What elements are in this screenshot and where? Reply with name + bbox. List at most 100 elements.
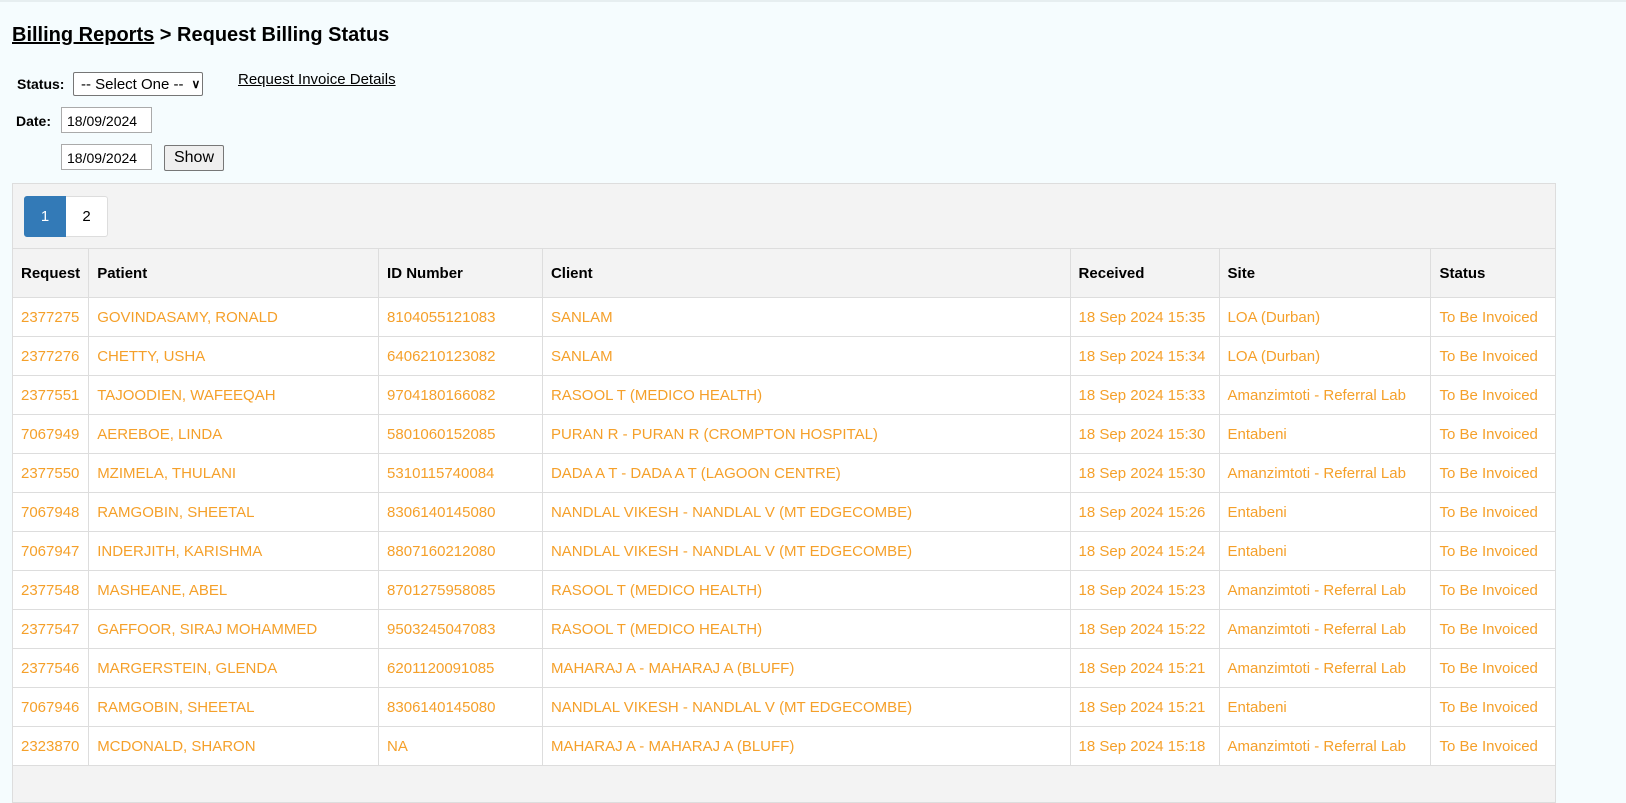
table-row[interactable]: 7067949 AEREBOE, LINDA 5801060152085 PURAN …: [13, 414, 1555, 454]
patient-cell: INDERJITH, KARISHMA: [88, 531, 380, 571]
request-invoice-details-link[interactable]: Request Invoice Details: [238, 71, 396, 88]
table-row[interactable]: 2377548 MASHEANE, ABEL 8701275958085 RASOOL…: [13, 570, 1555, 610]
status-cell: To Be Invoiced: [1430, 375, 1555, 415]
id-number-cell: NA: [378, 726, 543, 766]
status-cell: To Be Invoiced: [1430, 609, 1555, 649]
id-number-cell: 8807160212080: [378, 531, 543, 571]
date-to-input[interactable]: 18/09/2024: [61, 144, 152, 170]
received-cell: 18 Sep 2024 15:21: [1070, 687, 1220, 727]
site-cell: LOA (Durban): [1219, 336, 1432, 376]
breadcrumb-billing-reports-link[interactable]: Billing Reports: [12, 24, 154, 46]
status-select-value: -- Select One --: [81, 75, 184, 93]
patient-cell: AEREBOE, LINDA: [88, 414, 380, 454]
site-cell: Amanzimtoti - Referral Lab: [1219, 375, 1432, 415]
chevron-down-icon: ∨: [191, 77, 201, 91]
table-row[interactable]: 2377276 CHETTY, USHA 6406210123082 SANLAM 18…: [13, 336, 1555, 376]
received-cell: 18 Sep 2024 15:33: [1070, 375, 1220, 415]
client-cell: PURAN R - PURAN R (CROMPTON HOSPITAL): [542, 414, 1071, 454]
page-button-1[interactable]: 1: [24, 196, 66, 237]
column-header-site[interactable]: Site: [1219, 248, 1432, 298]
client-cell: SANLAM: [542, 297, 1071, 337]
client-cell: DADA A T - DADA A T (LAGOON CENTRE): [542, 453, 1071, 493]
status-select[interactable]: -- Select One -- ∨: [73, 72, 203, 96]
id-number-cell: 5801060152085: [378, 414, 543, 454]
status-cell: To Be Invoiced: [1430, 297, 1555, 337]
column-header-client[interactable]: Client: [542, 248, 1071, 298]
column-header-patient[interactable]: Patient: [88, 248, 380, 298]
patient-cell: GOVINDASAMY, RONALD: [88, 297, 380, 337]
table-row[interactable]: 7067947 INDERJITH, KARISHMA 8807160212080 N…: [13, 531, 1555, 571]
received-cell: 18 Sep 2024 15:26: [1070, 492, 1220, 532]
site-cell: LOA (Durban): [1219, 297, 1432, 337]
column-header-received[interactable]: Received: [1070, 248, 1220, 298]
table-row[interactable]: 7067946 RAMGOBIN, SHEETAL 8306140145080 NAN…: [13, 687, 1555, 727]
patient-cell: MZIMELA, THULANI: [88, 453, 380, 493]
status-cell: To Be Invoiced: [1430, 414, 1555, 454]
client-cell: MAHARAJ A - MAHARAJ A (BLUFF): [542, 648, 1071, 688]
results-panel: 1 2 Request Patient ID Number Client Rec…: [12, 183, 1556, 803]
id-number-cell: 8104055121083: [378, 297, 543, 337]
request-cell: 2377551: [13, 375, 90, 415]
request-cell: 2377546: [13, 648, 90, 688]
request-cell: 2323870: [13, 726, 90, 766]
received-cell: 18 Sep 2024 15:18: [1070, 726, 1220, 766]
breadcrumb-separator: >: [154, 24, 178, 46]
top-border: [0, 0, 1626, 2]
column-header-status[interactable]: Status: [1430, 248, 1555, 298]
received-cell: 18 Sep 2024 15:21: [1070, 648, 1220, 688]
show-button[interactable]: Show: [164, 145, 224, 171]
request-cell: 7067948: [13, 492, 90, 532]
table-body: 2377275 GOVINDASAMY, RONALD 8104055121083 S…: [13, 297, 1555, 766]
page-button-2[interactable]: 2: [66, 196, 108, 237]
table-row[interactable]: 2377546 MARGERSTEIN, GLENDA 6201120091085 M…: [13, 648, 1555, 688]
breadcrumb: Billing Reports > Request Billing Status: [12, 24, 389, 47]
client-cell: MAHARAJ A - MAHARAJ A (BLUFF): [542, 726, 1071, 766]
client-cell: RASOOL T (MEDICO HEALTH): [542, 609, 1071, 649]
table-row[interactable]: 2377547 GAFFOOR, SIRAJ MOHAMMED 9503245047…: [13, 609, 1555, 649]
patient-cell: GAFFOOR, SIRAJ MOHAMMED: [88, 609, 380, 649]
site-cell: Entabeni: [1219, 687, 1432, 727]
received-cell: 18 Sep 2024 15:22: [1070, 609, 1220, 649]
site-cell: Entabeni: [1219, 492, 1432, 532]
id-number-cell: 8701275958085: [378, 570, 543, 610]
date-from-input[interactable]: 18/09/2024: [61, 107, 152, 133]
date-label: Date:: [16, 113, 52, 129]
id-number-cell: 8306140145080: [378, 687, 543, 727]
column-header-request[interactable]: Request: [13, 248, 90, 298]
status-cell: To Be Invoiced: [1430, 453, 1555, 493]
patient-cell: RAMGOBIN, SHEETAL: [88, 687, 380, 727]
site-cell: Amanzimtoti - Referral Lab: [1219, 609, 1432, 649]
client-cell: SANLAM: [542, 336, 1071, 376]
request-cell: 7067949: [13, 414, 90, 454]
patient-cell: MASHEANE, ABEL: [88, 570, 380, 610]
id-number-cell: 9704180166082: [378, 375, 543, 415]
site-cell: Amanzimtoti - Referral Lab: [1219, 453, 1432, 493]
received-cell: 18 Sep 2024 15:30: [1070, 453, 1220, 493]
table-row[interactable]: 2323870 MCDONALD, SHARON NA MAHARAJ A - MAH…: [13, 726, 1555, 766]
received-cell: 18 Sep 2024 15:34: [1070, 336, 1220, 376]
request-cell: 2377548: [13, 570, 90, 610]
received-cell: 18 Sep 2024 15:30: [1070, 414, 1220, 454]
status-cell: To Be Invoiced: [1430, 336, 1555, 376]
request-cell: 2377275: [13, 297, 90, 337]
table-header-row: Request Patient ID Number Client Receive…: [13, 248, 1555, 298]
column-header-id-number[interactable]: ID Number: [378, 248, 543, 298]
table-row[interactable]: 7067948 RAMGOBIN, SHEETAL 8306140145080 NAN…: [13, 492, 1555, 532]
received-cell: 18 Sep 2024 15:23: [1070, 570, 1220, 610]
site-cell: Entabeni: [1219, 414, 1432, 454]
site-cell: Entabeni: [1219, 531, 1432, 571]
id-number-cell: 8306140145080: [378, 492, 543, 532]
status-cell: To Be Invoiced: [1430, 726, 1555, 766]
client-cell: NANDLAL VIKESH - NANDLAL V (MT EDGECOMBE…: [542, 687, 1071, 727]
id-number-cell: 6406210123082: [378, 336, 543, 376]
client-cell: NANDLAL VIKESH - NANDLAL V (MT EDGECOMBE…: [542, 492, 1071, 532]
id-number-cell: 5310115740084: [378, 453, 543, 493]
status-label: Status:: [17, 76, 65, 92]
status-cell: To Be Invoiced: [1430, 570, 1555, 610]
patient-cell: TAJOODIEN, WAFEEQAH: [88, 375, 380, 415]
table-row[interactable]: 2377275 GOVINDASAMY, RONALD 8104055121083 S…: [13, 297, 1555, 337]
table-row[interactable]: 2377551 TAJOODIEN, WAFEEQAH 9704180166082 R…: [13, 375, 1555, 415]
request-cell: 7067946: [13, 687, 90, 727]
status-cell: To Be Invoiced: [1430, 687, 1555, 727]
table-row[interactable]: 2377550 MZIMELA, THULANI 5310115740084 DADA…: [13, 453, 1555, 493]
